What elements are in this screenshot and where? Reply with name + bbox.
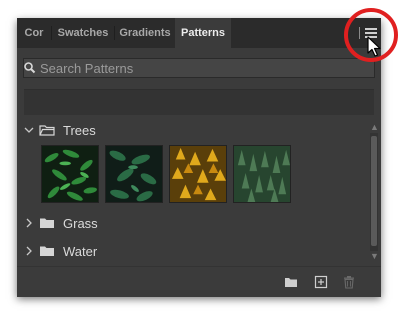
group-grass[interactable]: Grass <box>17 213 369 235</box>
group-water[interactable]: Water <box>17 241 369 263</box>
plus-square-icon[interactable] <box>314 275 328 289</box>
folder-icon <box>40 246 54 256</box>
bottom-toolbar <box>17 266 381 297</box>
group-trees[interactable]: Trees <box>17 120 369 142</box>
tab-patterns[interactable]: Patterns <box>175 18 231 48</box>
chevron-down-icon[interactable] <box>24 125 34 135</box>
scroll-up-arrow[interactable]: ▲ <box>370 122 379 132</box>
tab-color[interactable]: Cor <box>17 18 51 48</box>
scrollbar-thumb[interactable] <box>371 136 377 246</box>
folder-open-icon <box>39 125 55 136</box>
group-label: Water <box>63 244 98 259</box>
trash-icon[interactable] <box>342 275 356 289</box>
chevron-right-icon[interactable] <box>24 218 34 228</box>
patterns-panel: Cor Swatches Gradients Patterns › Tr <box>17 18 381 297</box>
pattern-preview-strip <box>24 89 374 115</box>
scroll-down-arrow[interactable]: ▼ <box>370 251 379 261</box>
pattern-thumbnail[interactable] <box>105 145 163 203</box>
tab-bar: Cor Swatches Gradients Patterns › <box>17 18 381 48</box>
pattern-thumbnail[interactable] <box>41 145 99 203</box>
pattern-thumbnail[interactable] <box>233 145 291 203</box>
search-icon <box>24 62 36 74</box>
search-field[interactable] <box>23 58 375 78</box>
tab-swatches[interactable]: Swatches <box>52 18 114 48</box>
group-label: Trees <box>63 123 96 138</box>
folder-icon[interactable] <box>284 275 298 289</box>
folder-icon <box>40 218 54 228</box>
pattern-thumbnail[interactable] <box>169 145 227 203</box>
group-label: Grass <box>63 216 98 231</box>
tab-gradients[interactable]: Gradients <box>115 18 175 48</box>
search-input[interactable] <box>40 59 370 77</box>
chevron-right-icon[interactable] <box>24 246 34 256</box>
mouse-cursor-icon <box>367 36 381 57</box>
